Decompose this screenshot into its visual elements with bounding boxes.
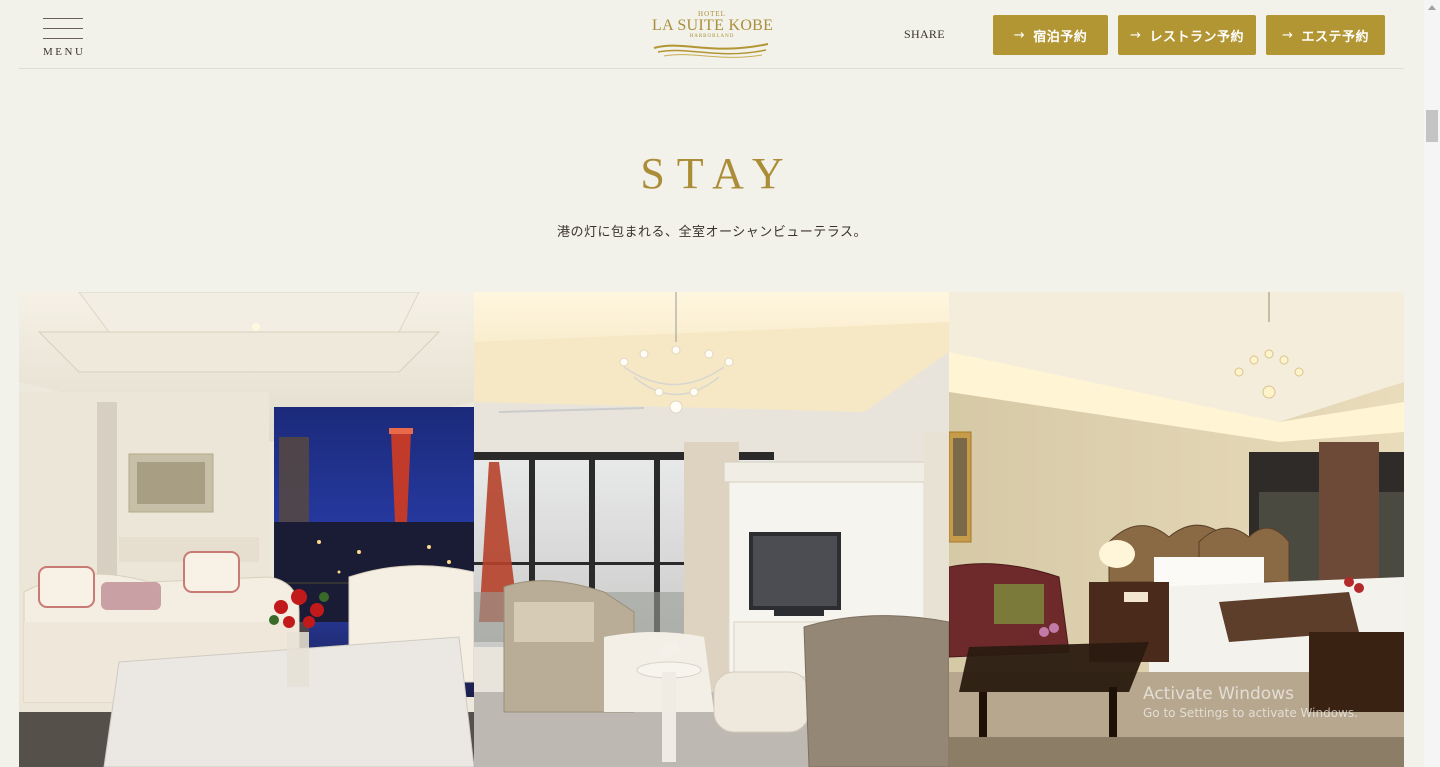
stay-reservation-button[interactable]: → 宿泊予約	[993, 15, 1108, 55]
hamburger-icon-bar	[43, 28, 83, 29]
spa-reservation-button[interactable]: → エステ予約	[1266, 15, 1385, 55]
living-room-chandelier-photo[interactable]	[474, 292, 949, 767]
scroll-up-arrow-icon[interactable]	[1428, 5, 1436, 10]
arrow-right-icon: →	[1130, 27, 1142, 43]
arrow-right-icon: →	[1282, 27, 1294, 43]
logo-wave-icon	[653, 43, 769, 58]
watermark-subtitle: Go to Settings to activate Windows.	[1143, 706, 1358, 720]
logo-name-text: LA SUITE KOBE	[652, 17, 774, 34]
site-header: MENU HOTEL LA SUITE KOBE HARBORLAND SHAR…	[0, 0, 1424, 68]
arrow-right-icon: →	[1013, 27, 1026, 43]
scrollbar-thumb[interactable]	[1426, 110, 1438, 142]
living-room-night-photo[interactable]	[19, 292, 474, 767]
share-link[interactable]: SHARE	[904, 27, 945, 42]
header-divider	[19, 68, 1404, 69]
watermark-title: Activate Windows	[1143, 684, 1294, 704]
menu-label: MENU	[43, 46, 86, 58]
hamburger-icon-bar	[43, 38, 83, 39]
menu-button[interactable]: MENU	[43, 18, 85, 62]
section-subtitle: 港の灯に包まれる、全室オーシャンビューテラス。	[557, 225, 867, 240]
section-title: STAY	[640, 149, 796, 198]
spa-reservation-label: エステ予約	[1301, 29, 1369, 45]
page-scrollbar[interactable]	[1424, 0, 1440, 767]
restaurant-reservation-button[interactable]: → レストラン予約	[1118, 15, 1256, 55]
stay-reservation-label: 宿泊予約	[1033, 29, 1088, 45]
restaurant-reservation-label: レストラン予約	[1149, 29, 1244, 45]
hamburger-icon	[43, 18, 83, 19]
activate-windows-watermark: Activate Windows Go to Settings to activ…	[1143, 684, 1358, 720]
hotel-logo[interactable]: HOTEL LA SUITE KOBE HARBORLAND	[652, 8, 774, 60]
